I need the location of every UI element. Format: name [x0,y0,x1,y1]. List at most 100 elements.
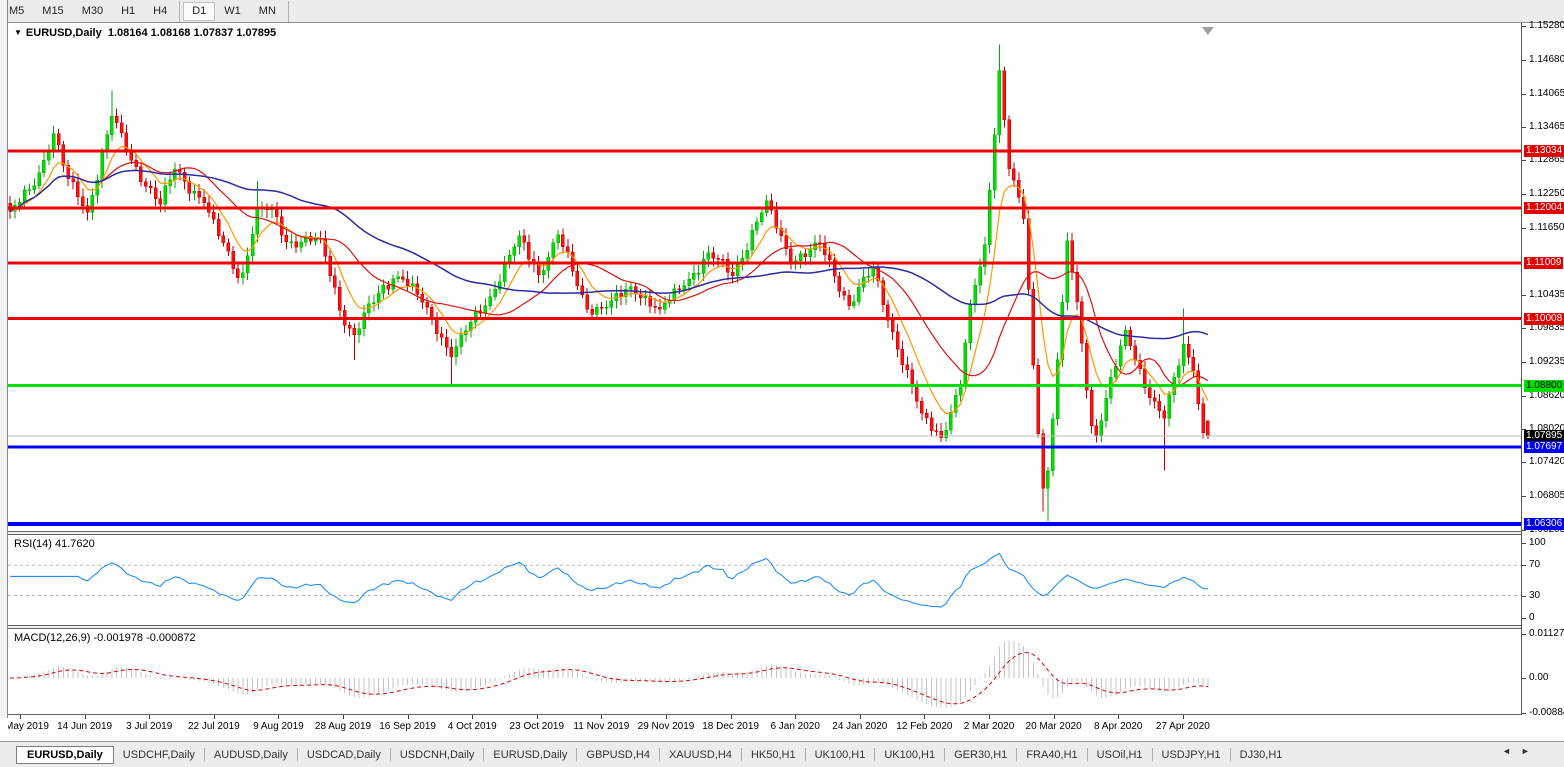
tf-button-w1[interactable]: W1 [215,2,250,21]
tf-button-m30[interactable]: M30 [73,2,112,21]
time-tick [924,715,926,719]
chart-dropdown-arrow-icon[interactable]: ▼ [14,28,22,37]
rsi-tick-dash [1522,595,1526,597]
macd-tick-dash [1522,712,1526,714]
macd-chart [9,640,1209,709]
price-tag-1.11009: 1.11009 [1524,257,1564,270]
macd-tick-label: 0.011277 [1529,627,1564,639]
time-tick [795,715,797,719]
candles-layer [8,44,1210,522]
time-label: 8 Apr 2020 [1094,721,1143,732]
price-tag-1.13034: 1.13034 [1524,144,1564,157]
price-tick-label: 1.15280 [1529,20,1564,32]
tab-usdchf-daily-1[interactable]: USDCHF,Daily [114,746,204,764]
tf-button-h1[interactable]: H1 [112,2,144,21]
rsi-tick-dash [1522,618,1526,620]
time-label: 28 Aug 2019 [314,721,372,732]
time-tick [1053,715,1055,719]
tab-usdcad-daily-3[interactable]: USDCAD,Daily [298,746,390,764]
time-label: 6 Jan 2020 [770,721,820,732]
tab-uk100-h1-10[interactable]: UK100,H1 [875,746,944,764]
mt4-window: M5 M15 M30 H1 H4 D1 W1 MN ▼ EURUSD,Daily 1.08164… [0,0,1564,767]
macd-tick-label: 0.00 [1529,671,1549,683]
tf-button-h4[interactable]: H4 [144,2,176,21]
tab-usdjpy-h1-14[interactable]: USDJPY,H1 [1153,746,1230,764]
tab-eurusd-daily-0[interactable]: EURUSD,Daily [16,745,114,764]
tab-uk100-h1-9[interactable]: UK100,H1 [806,746,875,764]
time-tick [666,715,667,719]
main-chart-panel[interactable]: ▼ EURUSD,Daily 1.08164 1.08168 1.07837 1.… [8,24,1521,531]
time-label: 20 Mar 2020 [1025,721,1082,732]
price-tick-dash [1522,227,1526,229]
price-tick-label: 1.10435 [1529,288,1564,300]
tf-button-mn[interactable]: MN [250,2,285,21]
rsi-tick-label: 100 [1529,536,1546,548]
price-tag-1.10008: 1.10008 [1524,312,1564,325]
price-tick-dash [1522,328,1526,330]
time-label: 27 Apr 2020 [1155,721,1210,732]
tab-scroll-left-icon[interactable]: ◄ [1502,746,1521,756]
price-tick-dash [1522,194,1526,196]
price-tag-1.07697: 1.07697 [1524,440,1564,453]
tab-hk50-h1-8[interactable]: HK50,H1 [742,746,805,764]
time-tick [20,715,21,719]
toolbar-separator [179,0,181,22]
tab-usoil-h1-13[interactable]: USOil,H1 [1088,746,1152,764]
tf-button-m15[interactable]: M15 [33,2,72,21]
tab-eurusd-daily-5[interactable]: EURUSD,Daily [484,746,576,764]
time-tick [213,715,215,719]
horizontal-levels-layer [8,149,1521,527]
tab-fra40-h1-12[interactable]: FRA40,H1 [1017,746,1086,764]
price-tick-label: 1.09235 [1529,355,1564,367]
tab-scroll-controls: ◄► [1502,746,1540,756]
time-label: 14 Jun 2019 [57,721,113,732]
price-tick-dash [1522,126,1526,128]
time-label: 16 Sep 2019 [379,721,436,732]
macd-indicator-panel[interactable]: MACD(12,26,9) -0.001978 -0.000872 [8,629,1521,714]
time-label: 27 May 2019 [8,721,49,732]
rsi-tick-label: 30 [1529,589,1541,601]
chart-ohlc-values: 1.08164 1.08168 1.07837 1.07895 [107,27,277,39]
tab-usdcnh-daily-4[interactable]: USDCNH,Daily [391,746,484,764]
tf-button-d1[interactable]: D1 [183,1,216,21]
time-tick [1118,715,1120,719]
time-tick [343,715,344,719]
price-tick-dash [1522,160,1526,162]
window-left-frame [0,0,8,718]
macd-values: -0.001978 -0.000872 [93,632,196,644]
price-tick-label: 1.11650 [1529,221,1564,233]
time-tick [730,715,732,719]
chart-shift-marker-icon[interactable] [1201,27,1214,35]
tab-ger30-h1-11[interactable]: GER30,H1 [945,746,1016,764]
rsi-label: RSI(14) 41.7620 [14,538,95,550]
time-tick [278,715,280,719]
time-tick [407,715,409,719]
tab-gbpusd-h4-6[interactable]: GBPUSD,H4 [577,746,659,764]
time-tick [149,715,151,719]
price-tick-dash [1522,294,1526,296]
time-label: 23 Oct 2019 [509,721,565,732]
tab-scroll-right-icon[interactable]: ► [1521,746,1540,756]
tab-dj30-h1-15[interactable]: DJ30,H1 [1231,746,1292,764]
rsi-value: 41.7620 [54,538,95,550]
price-tick-label: 1.14680 [1529,53,1564,65]
price-tick-label: 1.06805 [1529,490,1564,502]
tab-audusd-daily-2[interactable]: AUDUSD,Daily [205,746,297,764]
macd-name: MACD(12,26,9) [14,632,91,644]
price-tick-label: 1.13465 [1529,120,1564,132]
macd-label: MACD(12,26,9) -0.001978 -0.000872 [14,632,196,644]
time-tick [989,715,990,719]
macd-tick-dash [1522,633,1526,635]
price-tick-dash [1522,93,1526,95]
tab-xauusd-h4-7[interactable]: XAUUSD,H4 [660,746,741,764]
rsi-indicator-panel[interactable]: RSI(14) 41.7620 [8,535,1521,625]
candlestick-chart[interactable] [8,24,1521,531]
rsi-tick-label: 0 [1529,612,1535,624]
time-label: 18 Dec 2019 [702,721,759,732]
time-label: 3 Jul 2019 [126,721,173,732]
rsi-line [10,552,1208,608]
price-tick-label: 1.12250 [1529,188,1564,200]
macd-tick-dash [1522,677,1526,679]
rsi-name: RSI(14) [14,538,52,550]
time-label: 24 Jan 2020 [832,721,888,732]
